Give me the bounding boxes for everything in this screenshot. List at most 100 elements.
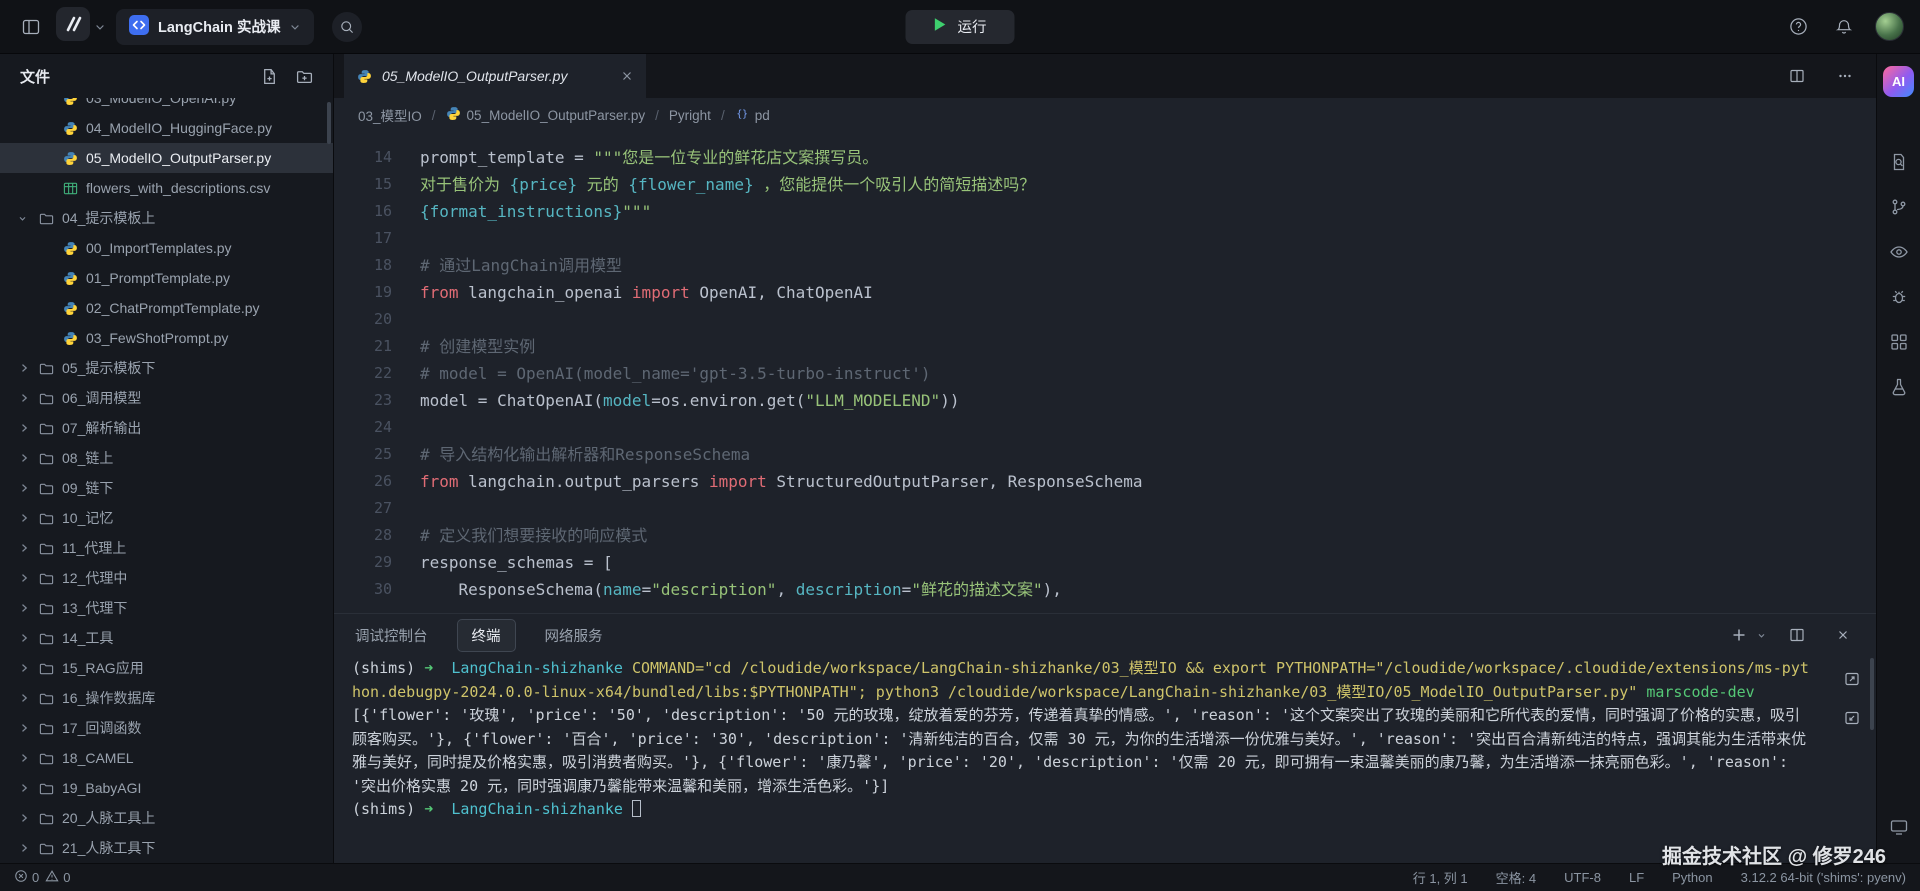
new-file-button[interactable]: [258, 65, 280, 87]
more-actions-button[interactable]: [1830, 61, 1860, 91]
problems-indicator[interactable]: 0 0: [14, 869, 70, 886]
help-button[interactable]: [1783, 12, 1813, 42]
code-line[interactable]: 14prompt_template = """您是一位专业的鲜花店文案撰写员。: [334, 144, 1876, 171]
line-number: 23: [334, 387, 392, 414]
new-folder-button[interactable]: [293, 65, 315, 87]
code-line[interactable]: 22# model = OpenAI(model_name='gpt-3.5-t…: [334, 360, 1876, 387]
bottom-panel: 调试控制台终端网络服务 (shims) ➜ LangChain-shizhank…: [334, 613, 1876, 863]
run-button[interactable]: 运行: [906, 10, 1015, 44]
code-line[interactable]: 28# 定义我们想要接收的响应模式: [334, 522, 1876, 549]
code-line[interactable]: 17: [334, 225, 1876, 252]
code-line[interactable]: 24: [334, 414, 1876, 441]
tree-file-item[interactable]: 02_ChatPromptTemplate.py: [0, 293, 333, 323]
tree-folder-item[interactable]: 11_代理上: [0, 533, 333, 563]
tree-folder-item[interactable]: 04_提示模板上: [0, 203, 333, 233]
tree-folder-item[interactable]: 14_工具: [0, 623, 333, 653]
tree-folder-item[interactable]: 21_人脉工具下: [0, 833, 333, 863]
tree-folder-item[interactable]: 18_CAMEL: [0, 743, 333, 773]
tree-folder-item[interactable]: 12_代理中: [0, 563, 333, 593]
tree-folder-item[interactable]: 05_提示模板下: [0, 353, 333, 383]
tree-file-item[interactable]: 04_ModelIO_HuggingFace.py: [0, 113, 333, 143]
monitor-icon[interactable]: [1882, 810, 1916, 844]
code-line[interactable]: 15对于售价为 {price} 元的 {flower_name} ，您能提供一个…: [334, 171, 1876, 198]
code-editor[interactable]: 14prompt_template = """您是一位专业的鲜花店文案撰写员。1…: [334, 132, 1876, 613]
status-item[interactable]: 空格: 4: [1496, 868, 1536, 887]
terminal-dropdown-chevron-icon[interactable]: [1757, 631, 1766, 640]
search-file-icon[interactable]: [1882, 145, 1916, 179]
project-badge[interactable]: LangChain 实战课: [116, 9, 314, 45]
tree-file-item[interactable]: 01_PromptTemplate.py: [0, 263, 333, 293]
panel-tab-network[interactable]: 网络服务: [542, 619, 606, 652]
tree-folder-item[interactable]: 06_调用模型: [0, 383, 333, 413]
code-line[interactable]: 27: [334, 495, 1876, 522]
code-line[interactable]: 20: [334, 306, 1876, 333]
global-search-button[interactable]: [332, 12, 362, 42]
tree-folder-item[interactable]: 15_RAG应用: [0, 653, 333, 683]
open-terminal-in-editor-button[interactable]: [1837, 664, 1867, 694]
code-line[interactable]: 29response_schemas = [: [334, 549, 1876, 576]
error-count-group[interactable]: 0: [14, 869, 39, 886]
editor-tabbar: 05_ModelIO_OutputParser.py: [334, 54, 1876, 98]
tree-folder-item[interactable]: 08_链上: [0, 443, 333, 473]
status-item[interactable]: 3.12.2 64-bit ('shims': pyenv): [1741, 870, 1906, 885]
code-lines: 14prompt_template = """您是一位专业的鲜花店文案撰写员。1…: [334, 144, 1876, 603]
split-editor-button[interactable]: [1782, 61, 1812, 91]
code-line[interactable]: 25# 导入结构化输出解析器和ResponseSchema: [334, 441, 1876, 468]
tree-file-item[interactable]: flowers_with_descriptions.csv: [0, 173, 333, 203]
warning-count-group[interactable]: 0: [45, 869, 70, 886]
breadcrumb-item[interactable]: 03_模型IO: [358, 105, 422, 125]
git-branch-icon[interactable]: [1882, 190, 1916, 224]
breadcrumb-item[interactable]: Pyright: [669, 108, 711, 123]
panel-tab-debug-console[interactable]: 调试控制台: [352, 619, 431, 652]
status-item[interactable]: Python: [1672, 870, 1712, 885]
chevron-right-icon: [18, 452, 31, 464]
tree-file-item[interactable]: 03_FewShotPrompt.py: [0, 323, 333, 353]
tree-folder-item[interactable]: 10_记忆: [0, 503, 333, 533]
tree-folder-item[interactable]: 19_BabyAGI: [0, 773, 333, 803]
breadcrumb-item[interactable]: 05_ModelIO_OutputParser.py: [446, 106, 646, 124]
code-line[interactable]: 16{format_instructions}""": [334, 198, 1876, 225]
beaker-icon[interactable]: [1882, 370, 1916, 404]
sidebar-scrollbar-thumb[interactable]: [327, 102, 331, 144]
code-line-text: from langchain_openai import OpenAI, Cha…: [392, 279, 873, 306]
close-panel-button[interactable]: [1828, 620, 1858, 650]
code-line[interactable]: 19from langchain_openai import OpenAI, C…: [334, 279, 1876, 306]
new-terminal-button[interactable]: [1724, 620, 1766, 650]
code-line[interactable]: 23model = ChatOpenAI(model=os.environ.ge…: [334, 387, 1876, 414]
tree-folder-item[interactable]: 13_代理下: [0, 593, 333, 623]
chevron-down-icon: [18, 214, 31, 223]
tree-file-item[interactable]: 00_ImportTemplates.py: [0, 233, 333, 263]
tree-file-item[interactable]: 03_ModelIO_OpenAI.py: [0, 98, 333, 113]
tree-folder-item[interactable]: 17_回调函数: [0, 713, 333, 743]
code-line[interactable]: 30 ResponseSchema(name="description", de…: [334, 576, 1876, 603]
terminal-scrollbar-thumb[interactable]: [1870, 658, 1874, 730]
ai-logo[interactable]: AI: [1883, 66, 1914, 97]
topbar: LangChain 实战课 运行: [0, 0, 1920, 54]
code-line[interactable]: 21# 创建模型实例: [334, 333, 1876, 360]
tree-file-item[interactable]: 05_ModelIO_OutputParser.py: [0, 143, 333, 173]
sidebar-toggle-button[interactable]: [16, 12, 46, 42]
terminal-output[interactable]: (shims) ➜ LangChain-shizhanke COMMAND="c…: [334, 656, 1876, 863]
user-avatar[interactable]: [1875, 12, 1904, 41]
split-panel-button[interactable]: [1782, 620, 1812, 650]
eye-icon[interactable]: [1882, 235, 1916, 269]
code-line[interactable]: 18# 通过LangChain调用模型: [334, 252, 1876, 279]
tree-folder-item[interactable]: 09_链下: [0, 473, 333, 503]
tree-folder-item[interactable]: 16_操作数据库: [0, 683, 333, 713]
activity-bar-top: AI: [1882, 66, 1916, 415]
tab-close-icon[interactable]: [620, 69, 634, 83]
breadcrumb-item[interactable]: {}pd: [735, 107, 770, 123]
code-line[interactable]: 26from langchain.output_parsers import S…: [334, 468, 1876, 495]
status-item[interactable]: 行 1, 列 1: [1413, 868, 1468, 887]
debug-icon[interactable]: [1882, 280, 1916, 314]
status-item[interactable]: LF: [1629, 870, 1644, 885]
app-logo[interactable]: [56, 7, 106, 46]
tree-folder-item[interactable]: 07_解析输出: [0, 413, 333, 443]
move-panel-button[interactable]: [1837, 703, 1867, 733]
notifications-bell-button[interactable]: [1829, 12, 1859, 42]
panel-tab-terminal[interactable]: 终端: [457, 619, 516, 652]
extensions-icon[interactable]: [1882, 325, 1916, 359]
status-item[interactable]: UTF-8: [1564, 870, 1601, 885]
tree-folder-item[interactable]: 20_人脉工具上: [0, 803, 333, 833]
editor-tab[interactable]: 05_ModelIO_OutputParser.py: [344, 54, 646, 98]
